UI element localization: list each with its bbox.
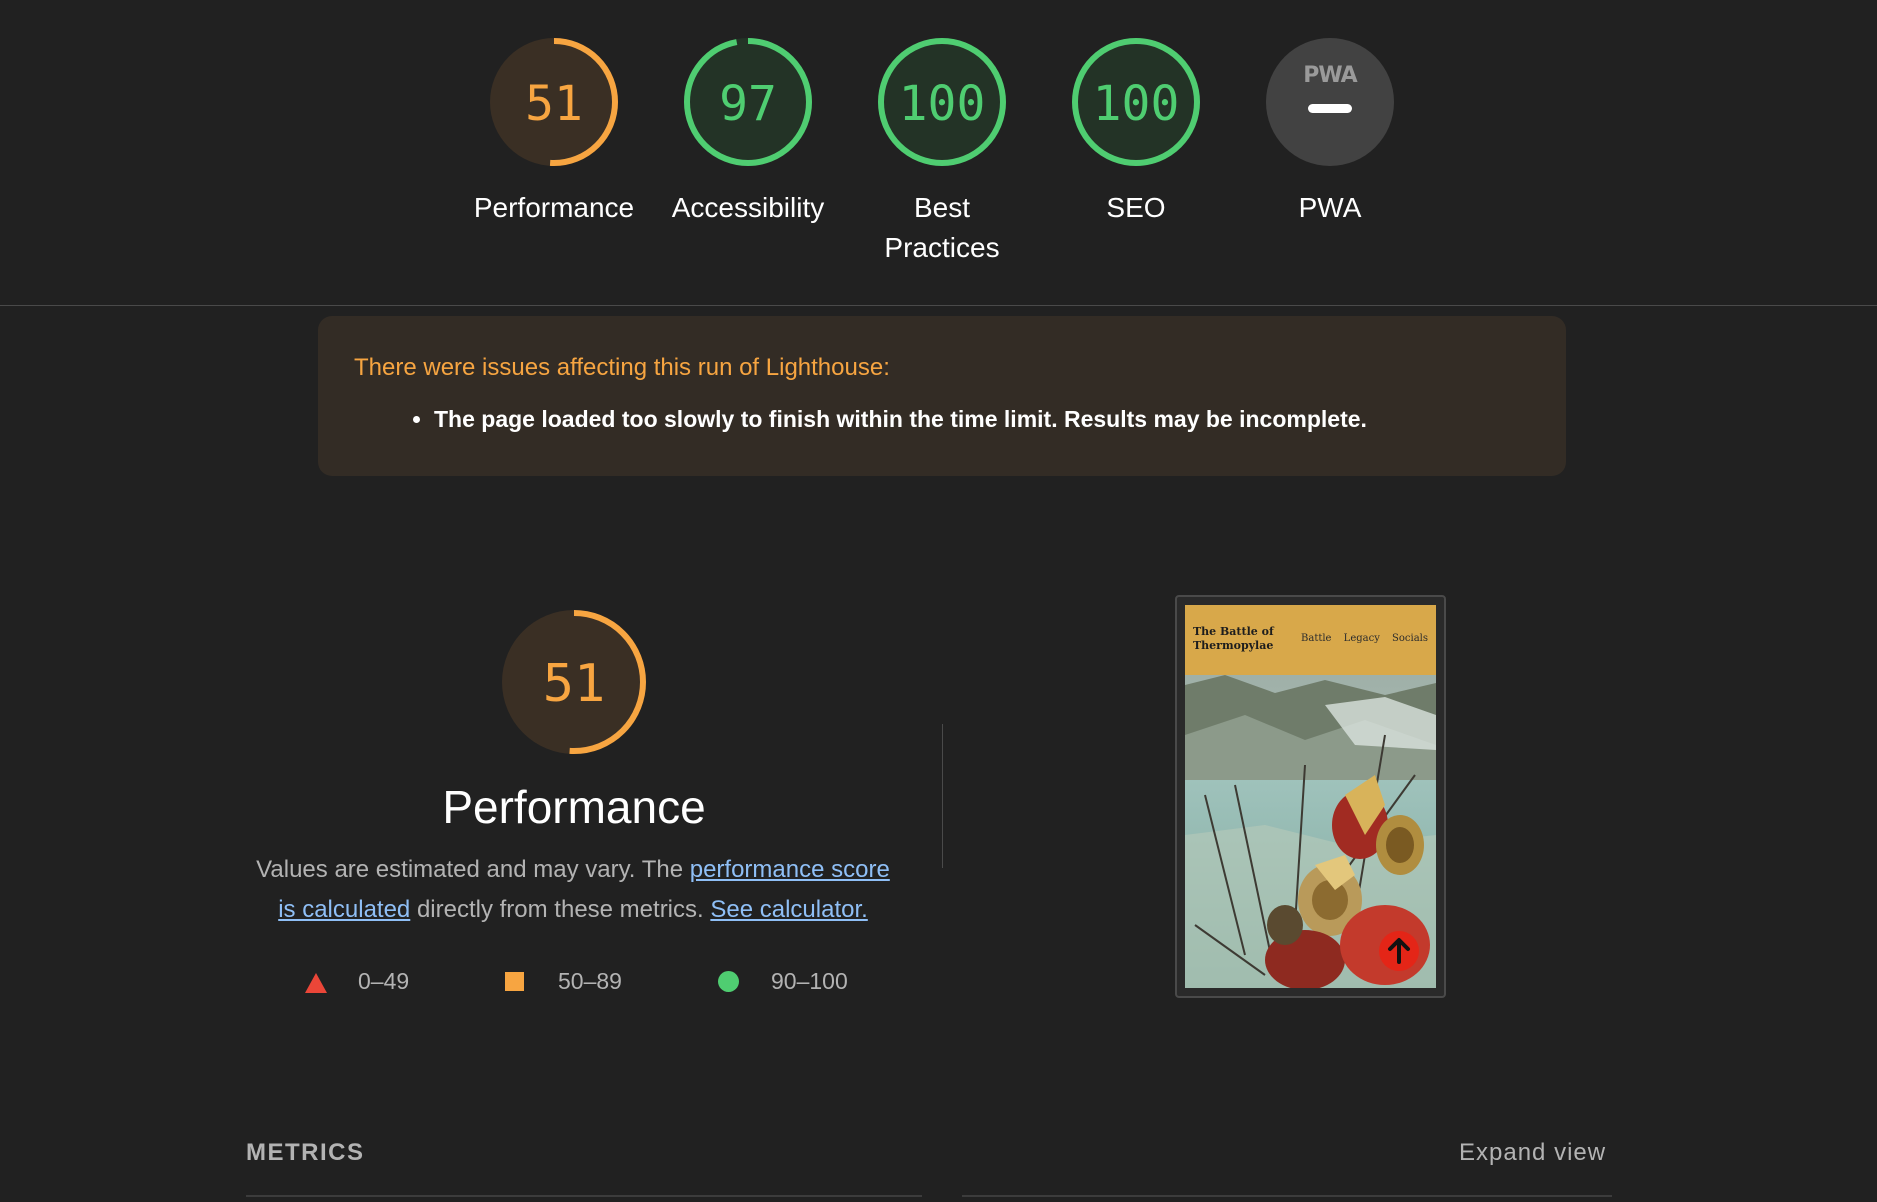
gauge-best-practices[interactable]: 100 Best Practices	[842, 36, 1042, 268]
performance-score: 51	[543, 654, 606, 714]
performance-gauge-ring: 51	[502, 610, 646, 754]
red-triangle-icon	[305, 973, 327, 993]
site-title: The Battle of Thermopylae	[1193, 625, 1274, 652]
warning-item: The page loaded too slowly to finish wit…	[434, 404, 1530, 434]
gauge-label: Accessibility	[671, 192, 825, 223]
description-text: Values are estimated and may vary. The	[256, 856, 690, 883]
accessibility-gauge-ring: 97	[684, 38, 812, 166]
legend-range: 90–100	[771, 968, 848, 994]
category-gauges: 51 Performance 97 Accessibility 100 Best…	[0, 0, 1877, 306]
gauge-seo[interactable]: 100 SEO	[1036, 36, 1236, 228]
warning-list: The page loaded too slowly to finish wit…	[434, 404, 1530, 434]
warning-title: There were issues affecting this run of …	[354, 354, 890, 381]
metrics-divider	[962, 1195, 1612, 1197]
run-warnings: There were issues affecting this run of …	[318, 316, 1566, 476]
gauge-label: PWA	[1298, 192, 1362, 223]
final-screenshot[interactable]: The Battle of Thermopylae Battle Legacy …	[1175, 595, 1446, 998]
best-practices-gauge-ring: 100	[878, 38, 1006, 166]
gauge-score: 97	[719, 76, 777, 132]
gauge-score: 100	[899, 76, 986, 132]
score-scale-legend: 0–49 50–89 90–100	[300, 966, 900, 996]
green-circle-icon	[718, 971, 739, 992]
legend-range: 0–49	[358, 968, 410, 994]
nav-item: Battle	[1301, 633, 1332, 644]
seo-gauge-ring: 100	[1072, 38, 1200, 166]
description-text: directly from these metrics.	[410, 896, 711, 923]
orange-square-icon	[505, 972, 524, 991]
scroll-to-top-icon	[1379, 931, 1419, 971]
see-calculator-link[interactable]: See calculator.	[710, 896, 867, 923]
performance-gauge-ring: 51	[490, 38, 618, 166]
gauge-pwa[interactable]: PWA PWA	[1230, 36, 1430, 228]
performance-description: Values are estimated and may vary. The p…	[248, 850, 898, 930]
performance-score-gauge: 51	[500, 608, 648, 756]
expand-view-toggle[interactable]: Expand view	[1459, 1139, 1606, 1167]
gauge-performance[interactable]: 51 Performance	[454, 36, 654, 228]
gauge-score: 51	[525, 76, 583, 132]
site-header: The Battle of Thermopylae Battle Legacy …	[1185, 605, 1436, 675]
legend-range: 50–89	[558, 968, 622, 994]
vertical-divider	[942, 724, 943, 868]
pwa-logo-text: PWA	[1303, 63, 1357, 88]
metrics-divider	[246, 1195, 922, 1197]
pwa-badge-icon: PWA	[1266, 38, 1394, 166]
metrics-heading: METRICS	[246, 1139, 365, 1166]
gauge-score: 100	[1093, 76, 1180, 132]
performance-title: Performance	[442, 781, 706, 833]
nav-item: Legacy	[1343, 633, 1380, 644]
gauge-label: Best Practices	[884, 192, 1000, 263]
site-nav: Battle Legacy Socials	[1292, 633, 1428, 644]
nav-item: Socials	[1392, 633, 1428, 644]
screenshot-content: The Battle of Thermopylae Battle Legacy …	[1185, 605, 1436, 988]
gauge-label: SEO	[1106, 192, 1166, 223]
gauge-label: Performance	[473, 192, 635, 223]
gauge-accessibility[interactable]: 97 Accessibility	[648, 36, 848, 228]
